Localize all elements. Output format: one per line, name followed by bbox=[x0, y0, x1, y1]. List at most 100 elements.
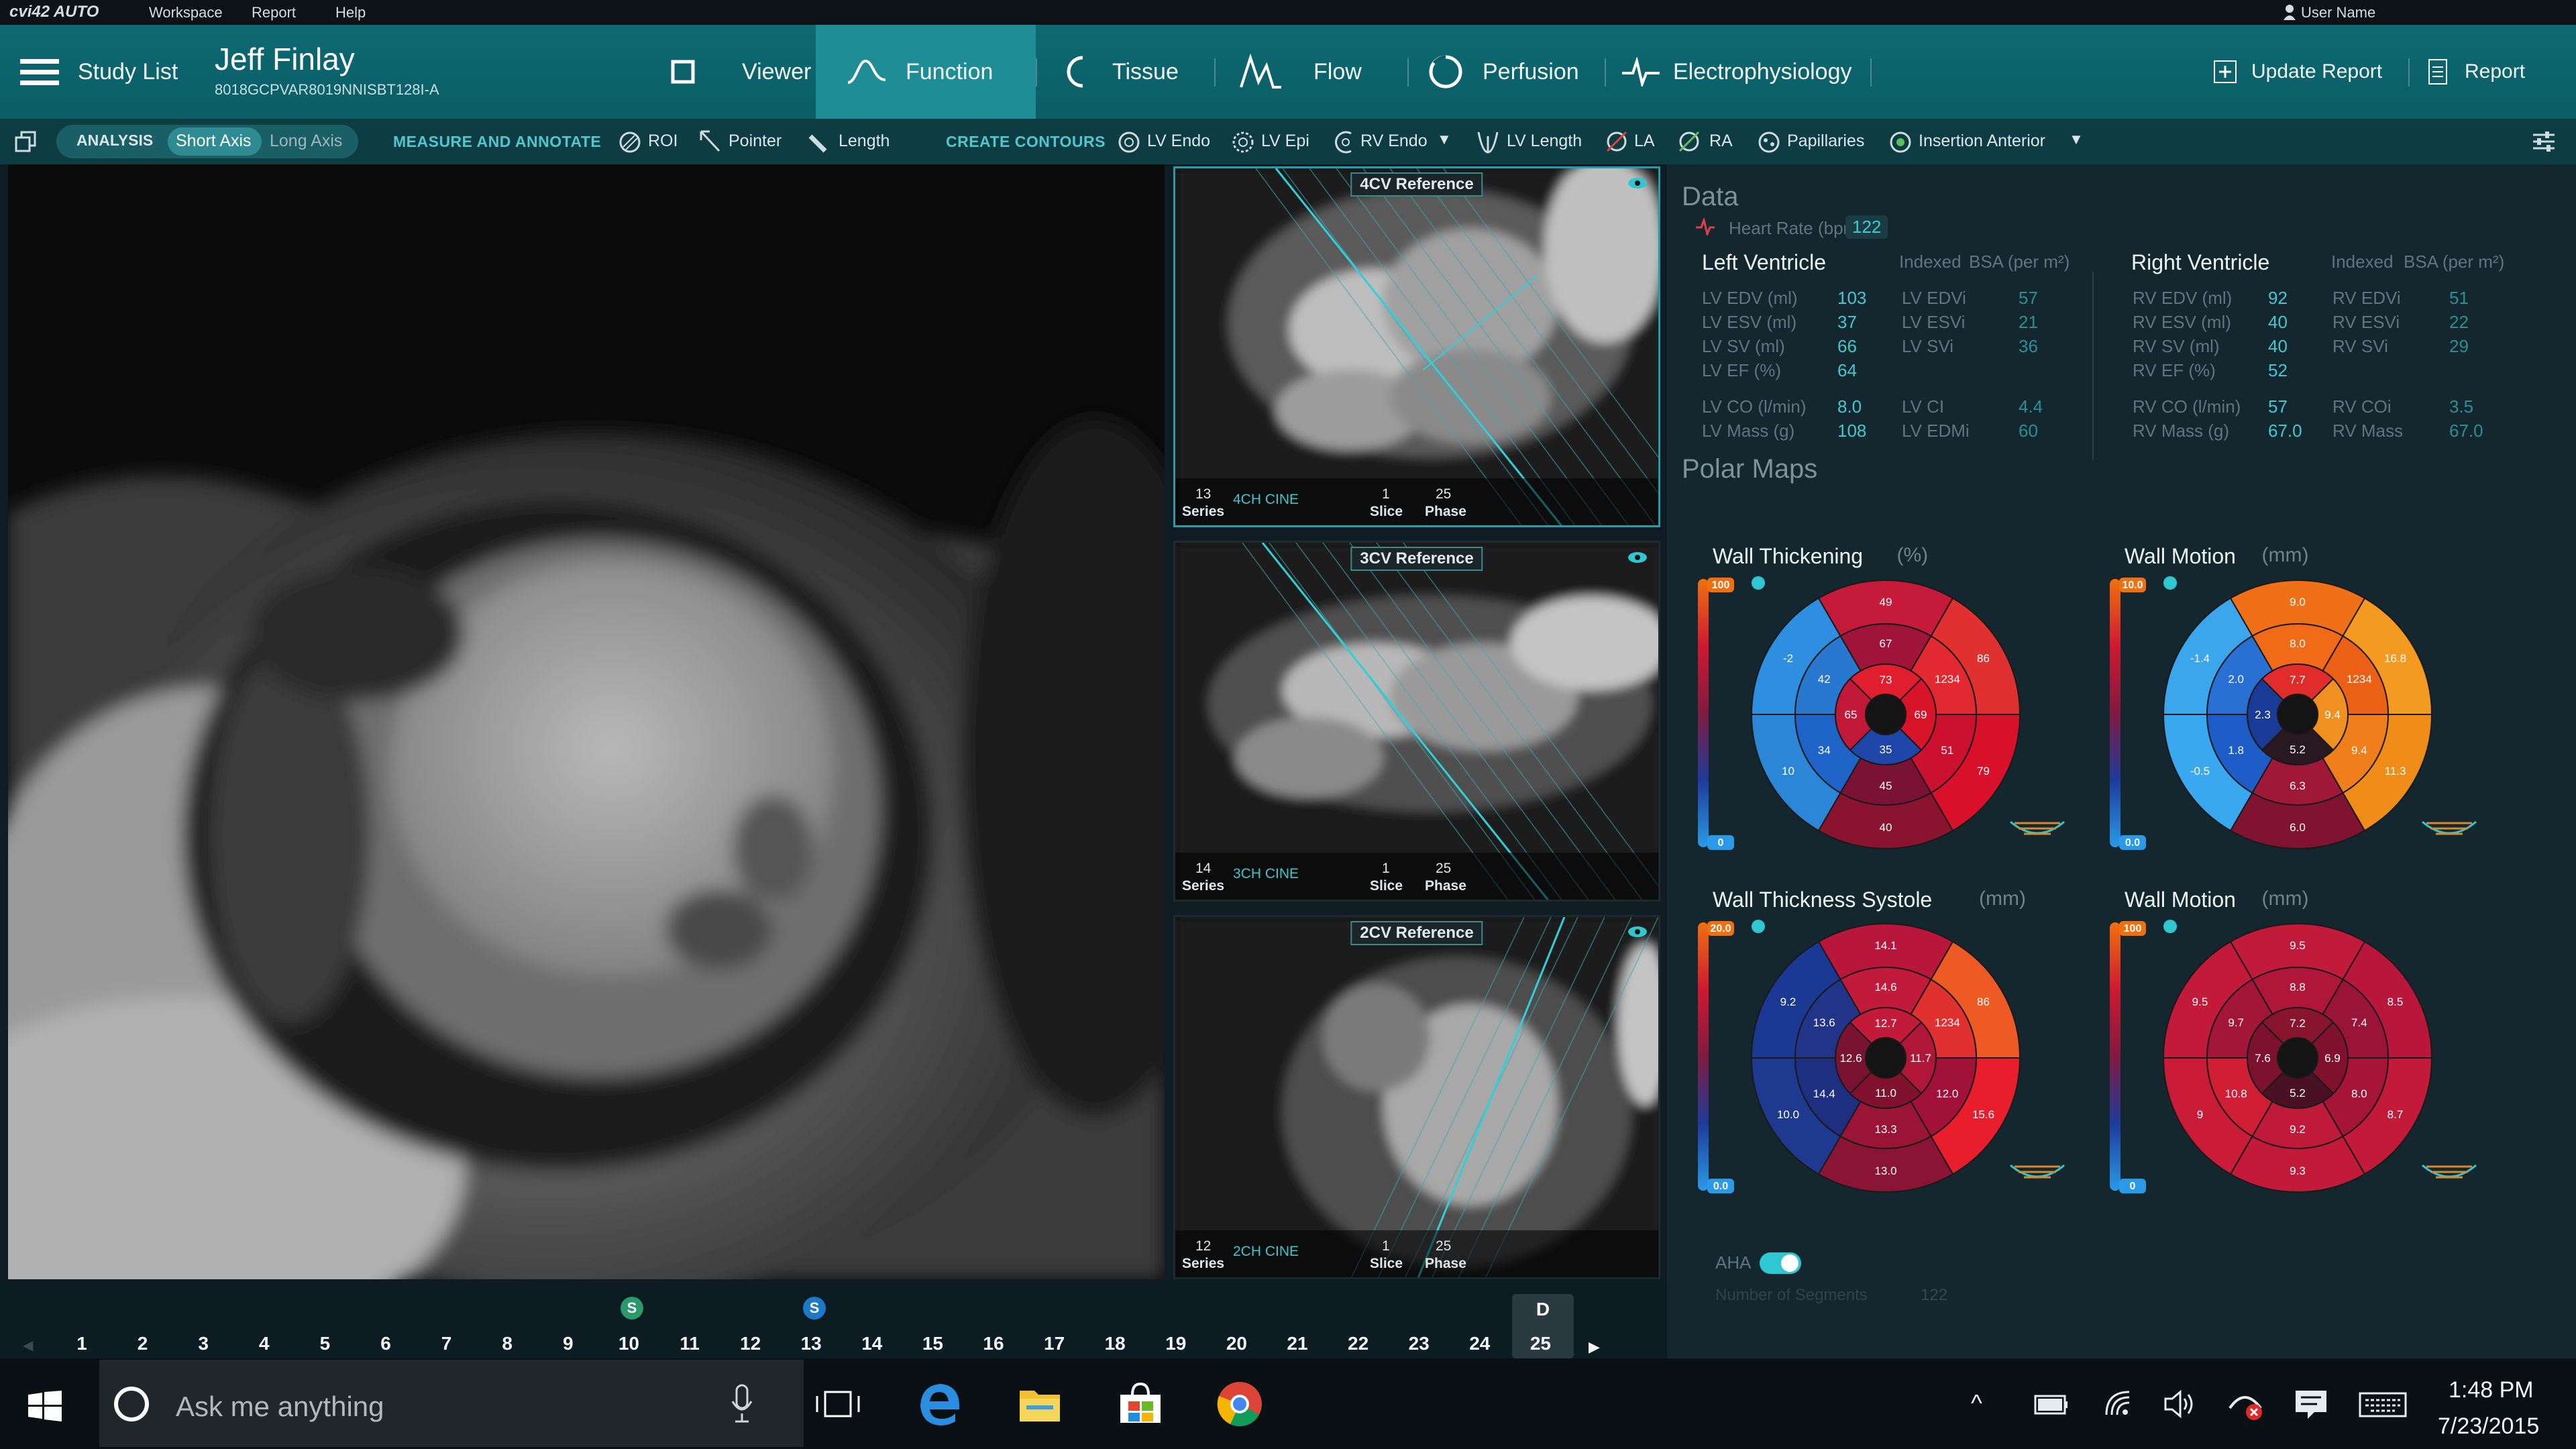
tab-tissue[interactable]: Tissue bbox=[1060, 25, 1179, 119]
insertion-point-marker[interactable] bbox=[2163, 576, 2177, 590]
reference-view-3cv[interactable]: 3CV Reference 14 Series 3CH CINE 1 Slice… bbox=[1173, 541, 1660, 902]
volume-icon[interactable] bbox=[2164, 1389, 2198, 1419]
edge-browser-icon[interactable] bbox=[918, 1383, 961, 1426]
lv-endo-button[interactable]: LV Endo bbox=[1147, 131, 1210, 151]
network-error-icon[interactable] bbox=[2227, 1388, 2263, 1421]
frame-number[interactable]: 24 bbox=[1460, 1333, 1500, 1354]
reference-view-2cv[interactable]: 2CV Reference 12 Series 2CH CINE 1 Slice… bbox=[1173, 915, 1660, 1279]
frame-number[interactable]: 14 bbox=[852, 1333, 892, 1354]
frame-number[interactable]: 19 bbox=[1156, 1333, 1196, 1354]
update-report-button[interactable]: Update Report bbox=[2214, 25, 2382, 119]
reference-view-4cv[interactable]: 4CV Reference 13 Series 4CH CINE 1 Slice… bbox=[1173, 166, 1660, 527]
show-hidden-icons[interactable]: ^ bbox=[1971, 1389, 1982, 1417]
long-axis-button[interactable]: Long Axis bbox=[270, 131, 342, 151]
window-restore-icon[interactable] bbox=[15, 131, 36, 152]
battery-icon[interactable] bbox=[2034, 1393, 2069, 1416]
papillaries-button[interactable]: Papillaries bbox=[1787, 131, 1864, 151]
menu-workspace[interactable]: Workspace bbox=[149, 4, 223, 21]
length-button[interactable]: Length bbox=[839, 131, 890, 151]
frame-number[interactable]: 23 bbox=[1399, 1333, 1439, 1354]
short-axis-label[interactable]: Short Axis bbox=[176, 131, 252, 151]
tab-flow[interactable]: Flow bbox=[1240, 25, 1362, 119]
clock-date[interactable]: 7/23/2015 bbox=[2438, 1413, 2539, 1440]
frame-number[interactable]: 8 bbox=[487, 1333, 527, 1354]
frame-number[interactable]: 3 bbox=[183, 1333, 223, 1354]
eye-icon[interactable] bbox=[1627, 551, 1648, 564]
systole-marker[interactable]: S bbox=[621, 1297, 643, 1320]
tab-function[interactable]: Function bbox=[847, 25, 993, 119]
apex-segment[interactable] bbox=[2277, 1037, 2318, 1079]
la-button[interactable]: LA bbox=[1634, 131, 1655, 151]
tab-perfusion[interactable]: Perfusion bbox=[1428, 25, 1579, 119]
tab-viewer[interactable]: Viewer bbox=[671, 25, 811, 119]
chrome-icon[interactable] bbox=[1217, 1381, 1263, 1427]
apex-segment[interactable] bbox=[1865, 1037, 1907, 1079]
frame-number[interactable]: 12 bbox=[731, 1333, 771, 1354]
frame-number[interactable]: 16 bbox=[973, 1333, 1014, 1354]
clock-time[interactable]: 1:48 PM bbox=[2449, 1377, 2534, 1403]
lv-epi-button[interactable]: LV Epi bbox=[1261, 131, 1309, 151]
user-name[interactable]: User Name bbox=[2301, 4, 2375, 21]
task-view-icon[interactable] bbox=[816, 1391, 860, 1417]
frame-number[interactable]: 25 bbox=[1520, 1333, 1560, 1354]
aha-toggle[interactable] bbox=[1760, 1252, 1801, 1274]
lv-length-button[interactable]: LV Length bbox=[1507, 131, 1582, 151]
frame-number[interactable]: 5 bbox=[305, 1333, 345, 1354]
chevron-down-icon[interactable]: ▼ bbox=[2069, 131, 2084, 148]
chevron-down-icon[interactable]: ▼ bbox=[1437, 131, 1452, 148]
rv-endo-button[interactable]: RV Endo bbox=[1360, 131, 1428, 151]
store-icon[interactable] bbox=[1118, 1383, 1163, 1426]
eye-icon[interactable] bbox=[1627, 925, 1648, 938]
frame-number[interactable]: 2 bbox=[123, 1333, 163, 1354]
prev-arrow-icon[interactable]: ◀ bbox=[23, 1337, 33, 1354]
2ch-cine-image[interactable] bbox=[1175, 917, 1660, 1279]
report-button[interactable]: Report bbox=[2428, 25, 2525, 119]
microphone-icon[interactable] bbox=[730, 1384, 754, 1424]
polar-map-chart[interactable]: 100 0 9.5 8.5 8.7 9.3 9 9.5 8.8 7.4 8.0 9.2 10.8 9.7 7… bbox=[2106, 916, 2481, 1224]
frame-number[interactable]: 11 bbox=[669, 1333, 710, 1354]
file-explorer-icon[interactable] bbox=[1018, 1385, 1061, 1423]
frame-number[interactable]: 4 bbox=[244, 1333, 284, 1354]
polar-map-chart[interactable]: 10.0 0.0 9.0 16.8 11.3 6.0 -0.5 -1.4 8.0 1234 9.4 6… bbox=[2106, 572, 2481, 881]
menu-report[interactable]: Report bbox=[252, 4, 296, 21]
next-arrow-icon[interactable]: ▶ bbox=[1589, 1338, 1600, 1356]
frame-number[interactable]: 17 bbox=[1034, 1333, 1075, 1354]
menu-help[interactable]: Help bbox=[335, 4, 366, 21]
frame-number[interactable]: 13 bbox=[791, 1333, 831, 1354]
study-list-button[interactable]: Study List bbox=[20, 25, 178, 119]
main-image-viewer[interactable] bbox=[8, 164, 1165, 1279]
action-center-icon[interactable] bbox=[2294, 1389, 2328, 1420]
polar-map-chart[interactable]: 20.0 0.0 14.1 86 15.6 13.0 10.0 9.2 14.6 1234 12.0… bbox=[1694, 916, 2070, 1224]
wifi-icon[interactable] bbox=[2102, 1388, 2133, 1419]
windows-start-icon[interactable] bbox=[28, 1391, 62, 1421]
eye-icon[interactable] bbox=[1627, 176, 1648, 190]
polar-map-chart[interactable]: 100 0 49 86 79 40 10 -2 67 1234 51 45 34 42 73 69 35 65 bbox=[1694, 572, 2070, 881]
frame-number[interactable]: 1 bbox=[62, 1333, 102, 1354]
frame-number[interactable]: 18 bbox=[1095, 1333, 1135, 1354]
frame-number[interactable]: 10 bbox=[608, 1333, 649, 1354]
keyboard-icon[interactable] bbox=[2359, 1392, 2407, 1417]
frame-number[interactable]: 15 bbox=[912, 1333, 953, 1354]
insertion-point-marker[interactable] bbox=[1752, 920, 1765, 933]
tab-electrophysiology[interactable]: Electrophysiology bbox=[1621, 25, 1851, 119]
insertion-anterior-button[interactable]: Insertion Anterior bbox=[1919, 131, 2045, 151]
frame-number[interactable]: 22 bbox=[1338, 1333, 1379, 1354]
search-box[interactable]: Ask me anything bbox=[99, 1360, 804, 1447]
pointer-button[interactable]: Pointer bbox=[729, 131, 782, 151]
apex-segment[interactable] bbox=[1865, 694, 1907, 735]
frame-number[interactable]: 20 bbox=[1216, 1333, 1256, 1354]
ra-button[interactable]: RA bbox=[1709, 131, 1733, 151]
settings-sliders-icon[interactable] bbox=[2532, 131, 2556, 152]
3ch-cine-image[interactable] bbox=[1175, 543, 1660, 902]
roi-button[interactable]: ROI bbox=[648, 131, 678, 151]
insertion-point-marker[interactable] bbox=[2163, 920, 2177, 933]
frame-number[interactable]: 6 bbox=[366, 1333, 406, 1354]
insertion-point-marker[interactable] bbox=[1752, 576, 1765, 590]
diastole-marker[interactable]: D bbox=[1532, 1298, 1554, 1321]
frame-number[interactable]: 9 bbox=[548, 1333, 588, 1354]
frame-number[interactable]: 21 bbox=[1277, 1333, 1318, 1354]
apex-segment[interactable] bbox=[2277, 694, 2318, 735]
short-axis-mri-image[interactable] bbox=[8, 164, 1165, 1279]
systole-marker[interactable]: S bbox=[803, 1297, 826, 1320]
4ch-cine-image[interactable] bbox=[1175, 168, 1660, 527]
